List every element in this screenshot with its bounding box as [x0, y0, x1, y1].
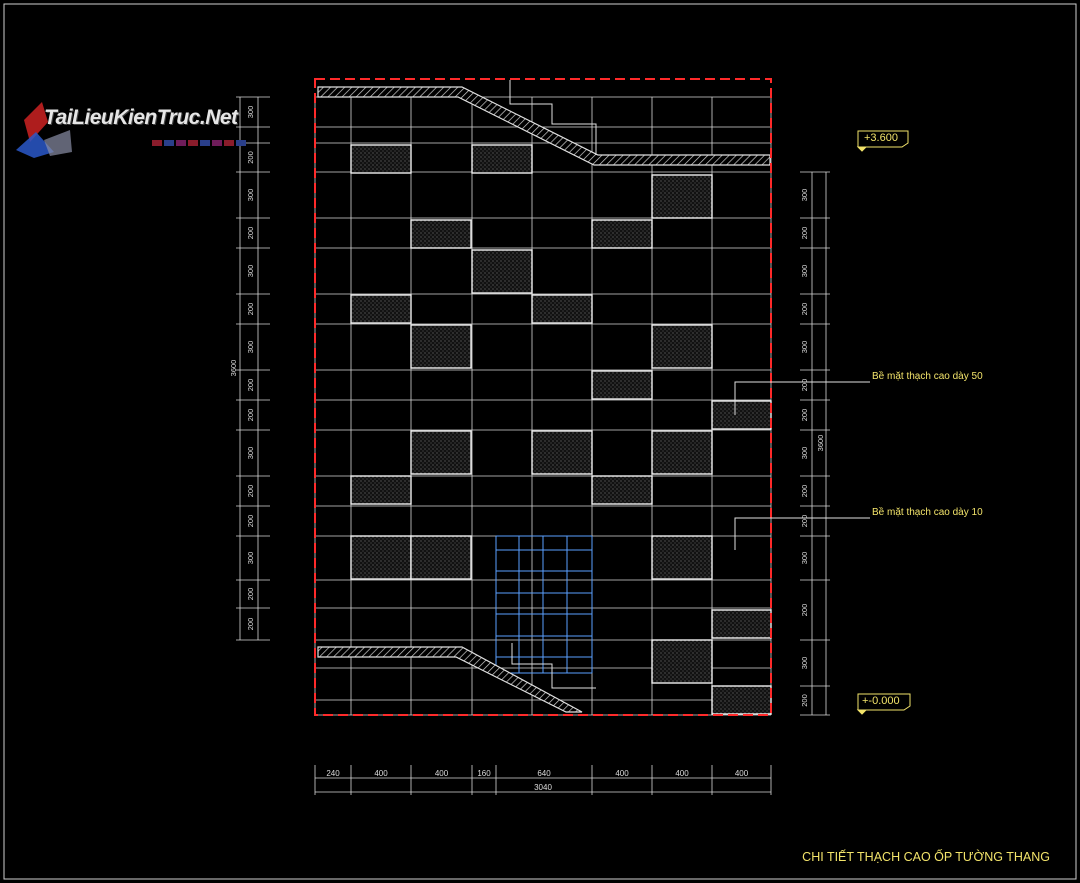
gypsum-panel — [471, 249, 533, 294]
logo-text: TaiLieuKienTruc.Net — [44, 106, 238, 129]
dim-left-label: 300 — [246, 552, 255, 565]
lower-stair-section — [317, 643, 596, 713]
dim-left-label: 200 — [246, 515, 255, 528]
gypsum-panel — [350, 475, 412, 505]
gypsum-panel — [651, 430, 713, 475]
dim-left-label: 200 — [246, 588, 255, 601]
drawing-title: CHI TIẾT THẠCH CAO ỐP TƯỜNG THANG — [802, 850, 1050, 864]
gypsum-panel — [531, 430, 593, 475]
gypsum-panel — [531, 294, 593, 324]
dim-right-label: 200 — [800, 694, 809, 707]
dim-left-label: 200 — [246, 409, 255, 422]
dim-left-label: 200 — [246, 618, 255, 631]
dim-bottom-label: 400 — [615, 769, 629, 778]
dim-left-label: 200 — [246, 227, 255, 240]
dim-right-label: 300 — [800, 265, 809, 278]
dim-right-label: 200 — [800, 303, 809, 316]
gypsum-panel — [410, 219, 472, 249]
dim-right-total-label: 3600 — [816, 435, 825, 452]
gypsum-panel — [711, 400, 772, 430]
dim-right-label: 300 — [800, 552, 809, 565]
dim-right-label: 200 — [800, 604, 809, 617]
level-bottom-label: +-0.000 — [862, 695, 900, 707]
gypsum-panels — [350, 144, 772, 715]
dim-right-label: 300 — [800, 657, 809, 670]
blue-tile-grid — [495, 535, 593, 674]
gypsum-panel — [350, 144, 412, 174]
dim-right-label: 200 — [800, 409, 809, 422]
logo-color-swatches — [152, 140, 246, 146]
dim-left-label: 300 — [246, 265, 255, 278]
note-panel-10: Bề mặt thạch cao dày 10 — [872, 507, 983, 518]
gypsum-panel — [350, 535, 412, 580]
dim-bottom-label: 160 — [477, 769, 491, 778]
dim-left-total-label: 3600 — [229, 360, 238, 377]
dim-left-label: 300 — [246, 447, 255, 460]
gypsum-panel — [651, 174, 713, 219]
gypsum-panel — [711, 685, 772, 715]
gypsum-panel — [410, 535, 472, 580]
dim-left-label: 200 — [246, 303, 255, 316]
dim-bottom-label: 240 — [326, 769, 340, 778]
dim-right-label: 300 — [800, 341, 809, 354]
dim-right-label: 200 — [800, 227, 809, 240]
gypsum-panel — [651, 535, 713, 580]
gypsum-panel — [651, 639, 713, 684]
gypsum-panel — [410, 324, 472, 369]
gypsum-panel — [591, 475, 653, 505]
gypsum-panel — [711, 609, 772, 639]
gypsum-panel — [591, 219, 653, 249]
gypsum-panel — [591, 370, 653, 400]
dim-left-label: 300 — [246, 189, 255, 202]
dim-right-label: 300 — [800, 447, 809, 460]
dim-bottom-label: 400 — [675, 769, 689, 778]
dim-bottom-total-label: 3040 — [534, 783, 552, 792]
gypsum-panel — [651, 324, 713, 369]
dim-bottom-label: 400 — [735, 769, 749, 778]
dim-right-label: 300 — [800, 189, 809, 202]
dim-bottom-label: 400 — [435, 769, 449, 778]
dim-bottom-label: 400 — [374, 769, 388, 778]
dim-right-label: 200 — [800, 485, 809, 498]
dim-left-label: 300 — [246, 341, 255, 354]
note-panel-50: Bề mặt thạch cao dày 50 — [872, 371, 983, 382]
level-top-label: +3.600 — [864, 132, 898, 144]
gypsum-panel — [410, 430, 472, 475]
dim-right-label: 200 — [800, 379, 809, 392]
dim-left-label: 200 — [246, 485, 255, 498]
gypsum-panel — [471, 144, 533, 174]
dim-right-label: 200 — [800, 515, 809, 528]
dim-left-label: 200 — [246, 379, 255, 392]
dim-bottom-label: 640 — [537, 769, 551, 778]
gypsum-panel — [350, 294, 412, 324]
